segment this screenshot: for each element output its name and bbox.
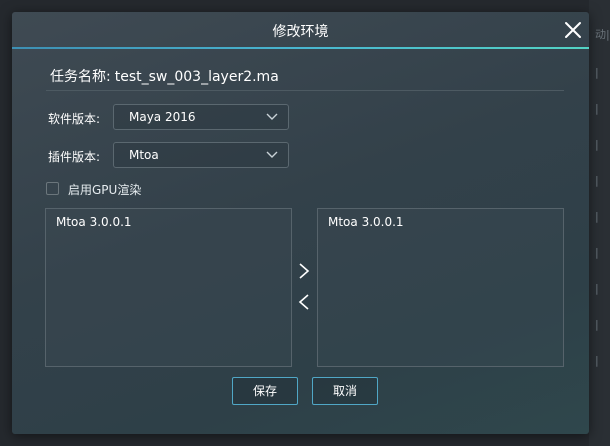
background-row-text: |: [595, 210, 599, 223]
software-version-select[interactable]: Maya 2016: [113, 104, 289, 130]
task-name-label: 任务名称:: [50, 69, 111, 85]
plugin-version-label: 插件版本:: [48, 150, 101, 164]
chevron-down-icon: [266, 151, 278, 158]
available-plugins-list[interactable]: Mtoa 3.0.0.1: [45, 208, 292, 367]
chevron-down-icon: [266, 113, 278, 120]
software-version-value: Maya 2016: [129, 110, 196, 124]
close-button[interactable]: [563, 20, 583, 40]
background-row-text: 动|: [595, 28, 610, 41]
cancel-button[interactable]: 取消: [312, 377, 378, 405]
selected-plugins-list[interactable]: Mtoa 3.0.0.1: [317, 208, 564, 367]
dialog-header: 修改环境: [12, 12, 589, 48]
background-row-text: |: [595, 246, 599, 259]
task-name-value: test_sw_003_layer2.ma: [114, 69, 279, 85]
task-name-row: 任务名称: test_sw_003_layer2.ma: [50, 66, 279, 86]
software-version-label: 软件版本:: [48, 112, 101, 126]
background-row-text: |: [595, 174, 599, 187]
background-row-text: |: [595, 318, 599, 331]
plugin-version-select[interactable]: Mtoa: [113, 142, 289, 168]
background-row-text: |: [595, 354, 599, 367]
list-item[interactable]: Mtoa 3.0.0.1: [328, 215, 404, 229]
close-icon: [565, 22, 581, 38]
chevron-left-icon: [298, 294, 309, 310]
background-table-edge: 动| | | | | | | | | |: [589, 0, 610, 446]
background-row-text: |: [595, 102, 599, 115]
plugin-version-value: Mtoa: [129, 148, 159, 162]
background-row-text: |: [595, 66, 599, 79]
divider: [46, 90, 564, 91]
move-right-button[interactable]: [297, 262, 311, 280]
background-row-text: |: [595, 138, 599, 151]
dialog-title: 修改环境: [272, 24, 329, 40]
chevron-right-icon: [299, 263, 310, 279]
move-left-button[interactable]: [297, 293, 311, 311]
header-accent-line: [12, 47, 589, 49]
modify-environment-dialog: 修改环境 任务名称: test_sw_003_layer2.ma 软件版本: Ma…: [12, 12, 589, 434]
background-row-text: |: [595, 282, 599, 295]
gpu-render-label[interactable]: 启用GPU渲染: [68, 181, 141, 198]
gpu-render-checkbox[interactable]: [46, 182, 59, 195]
list-item[interactable]: Mtoa 3.0.0.1: [56, 215, 132, 229]
save-button[interactable]: 保存: [232, 377, 298, 405]
